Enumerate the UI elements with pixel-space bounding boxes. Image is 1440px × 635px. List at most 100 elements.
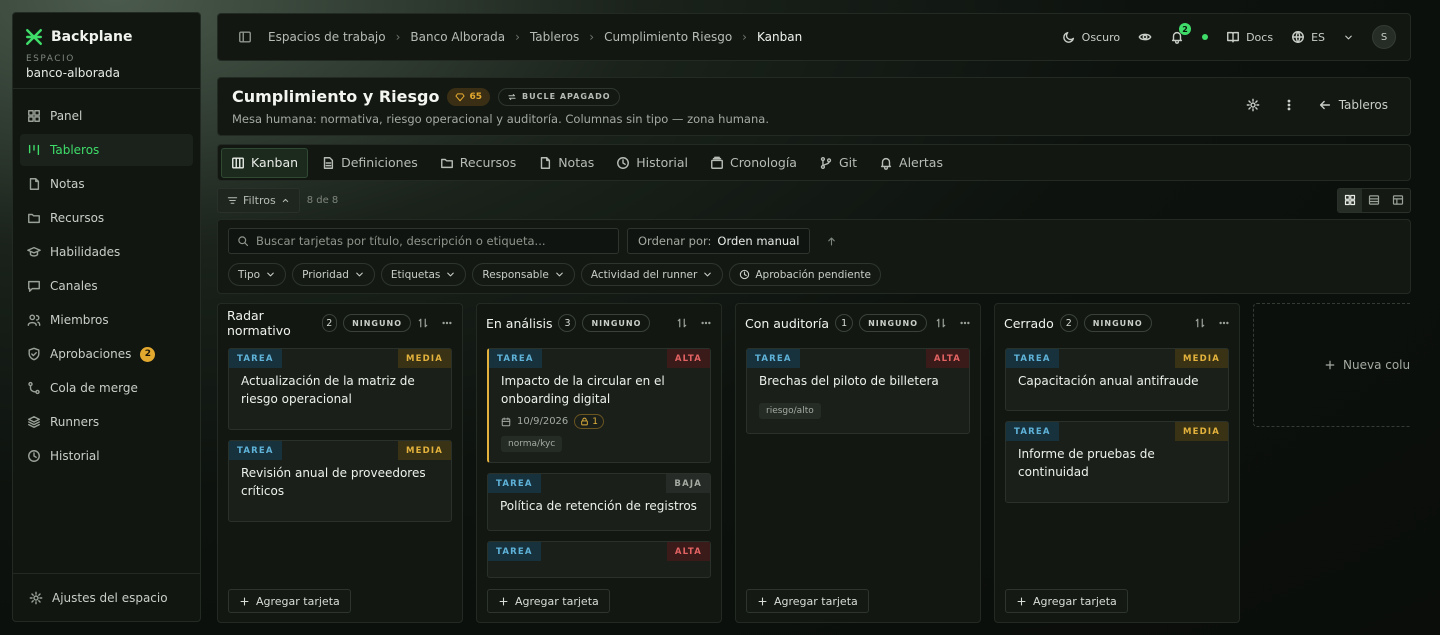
tab-git[interactable]: Git bbox=[810, 148, 866, 178]
more-horizontal-icon[interactable] bbox=[700, 317, 712, 329]
list-icon bbox=[1368, 195, 1380, 205]
tab-cronologia[interactable]: Cronología bbox=[701, 148, 806, 178]
notifications-button[interactable]: 2 bbox=[1170, 23, 1192, 44]
card-priority-tag: MEDIA bbox=[1174, 349, 1228, 368]
filter-chip-etiquetas[interactable]: Etiquetas bbox=[380, 263, 467, 286]
avatar[interactable]: S bbox=[1372, 25, 1396, 49]
filter-chip-actividad-runner[interactable]: Actividad del runner bbox=[580, 263, 724, 286]
sidebar-item-runners[interactable]: Runners bbox=[20, 406, 193, 438]
card-priority-tag: ALTA bbox=[925, 349, 969, 368]
list-view-button[interactable] bbox=[1362, 189, 1386, 212]
filter-chip-aprobacion-pendiente[interactable]: Aprobación pendiente bbox=[729, 263, 881, 286]
search-input[interactable] bbox=[256, 234, 610, 248]
sort-icon[interactable] bbox=[676, 317, 688, 329]
kanban-card[interactable]: TAREA BAJA Política de retención de regis… bbox=[487, 473, 711, 532]
grid-view-button[interactable] bbox=[1338, 188, 1362, 212]
topbar: Espacios de trabajo › Banco Alborada › T… bbox=[217, 13, 1411, 61]
add-card-button[interactable]: Agregar tarjeta bbox=[228, 589, 351, 613]
workspace-switcher[interactable]: ESPACIO banco-alborada bbox=[13, 54, 200, 89]
plus-icon bbox=[1325, 360, 1335, 370]
breadcrumb-item-boards[interactable]: Tableros bbox=[530, 30, 579, 44]
workspace-settings-link[interactable]: Ajustes del espacio bbox=[13, 573, 200, 621]
view-switcher bbox=[1337, 187, 1411, 213]
kanban-card[interactable]: TAREA ALTA bbox=[487, 541, 711, 578]
more-horizontal-icon[interactable] bbox=[441, 317, 453, 329]
kanban-card[interactable]: TAREA MEDIA Actualización de la matriz de… bbox=[228, 348, 452, 430]
sort-icon[interactable] bbox=[1194, 317, 1206, 329]
tab-historial[interactable]: Historial bbox=[607, 148, 697, 178]
column-type-tag[interactable]: NINGUNO bbox=[859, 314, 928, 332]
board-score-value: 65 bbox=[469, 91, 482, 102]
filter-chip-tipo[interactable]: Tipo bbox=[228, 263, 287, 286]
sidebar-item-canales[interactable]: Canales bbox=[20, 270, 193, 302]
column-type-tag[interactable]: NINGUNO bbox=[1083, 314, 1152, 332]
sidebar-item-historial[interactable]: Historial bbox=[20, 440, 193, 472]
sidebar-item-panel[interactable]: Panel bbox=[20, 100, 193, 132]
loop-status-badge[interactable]: BUCLE APAGADO bbox=[498, 87, 620, 106]
sort-icon[interactable] bbox=[417, 317, 429, 329]
filter-chip-label: Actividad del runner bbox=[590, 268, 698, 281]
plus-icon bbox=[1017, 597, 1026, 605]
kanban-card[interactable]: TAREA ALTA Brechas del piloto de billeter… bbox=[746, 348, 970, 434]
sidebar-item-notas[interactable]: Notas bbox=[20, 168, 193, 200]
sidebar-item-label: Cola de merge bbox=[50, 381, 138, 395]
column-type-tag[interactable]: NINGUNO bbox=[343, 314, 411, 332]
kanban-card[interactable]: TAREA ALTA Impacto de la circular en el o… bbox=[487, 348, 711, 464]
filters-toggle-button[interactable]: Filtros bbox=[217, 187, 300, 213]
more-horizontal-icon[interactable] bbox=[959, 317, 971, 329]
sidebar-item-tableros[interactable]: Tableros bbox=[20, 134, 193, 166]
kanban-card[interactable]: TAREA MEDIA Revisión anual de proveedores… bbox=[228, 440, 452, 522]
sidebar-item-miembros[interactable]: Miembros bbox=[20, 304, 193, 336]
table-view-button[interactable] bbox=[1386, 189, 1410, 212]
tab-recursos[interactable]: Recursos bbox=[431, 148, 525, 178]
column-title[interactable]: Con auditoría bbox=[745, 316, 829, 331]
sidebar-item-habilidades[interactable]: Habilidades bbox=[20, 236, 193, 268]
docs-label: Docs bbox=[1246, 30, 1274, 44]
brand[interactable]: Backplane bbox=[13, 13, 200, 54]
sidebar-item-cola-de-merge[interactable]: Cola de merge bbox=[20, 372, 193, 404]
filter-chip-prioridad[interactable]: Prioridad bbox=[292, 263, 375, 286]
watch-button[interactable] bbox=[1138, 30, 1152, 44]
card-list: TAREA ALTA Impacto de la circular en el o… bbox=[477, 342, 721, 578]
approvals-count-badge: 2 bbox=[140, 346, 156, 362]
sidebar-toggle-button[interactable] bbox=[238, 30, 252, 44]
user-menu-toggle[interactable] bbox=[1343, 32, 1354, 43]
sort-select[interactable]: Ordenar por: Orden manual bbox=[627, 228, 811, 254]
card-title: Actualización de la matriz de riesgo ope… bbox=[241, 374, 415, 406]
sort-icon[interactable] bbox=[935, 317, 947, 329]
column-title[interactable]: Cerrado bbox=[1004, 316, 1054, 331]
breadcrumb-item-workspace[interactable]: Banco Alborada bbox=[410, 30, 505, 44]
docs-link[interactable]: Docs bbox=[1226, 30, 1273, 44]
sidebar-item-aprobaciones[interactable]: Aprobaciones 2 bbox=[20, 338, 193, 370]
tab-definiciones[interactable]: Definiciones bbox=[312, 148, 427, 178]
column-count: 2 bbox=[1059, 314, 1078, 332]
back-to-boards-button[interactable]: Tableros bbox=[1318, 98, 1388, 112]
kanban-card[interactable]: TAREA MEDIA Capacitación anual antifraude bbox=[1005, 348, 1229, 411]
column-title[interactable]: En análisis bbox=[486, 316, 552, 331]
card-label-chip: norma/kyc bbox=[501, 436, 563, 452]
chevron-right-icon: › bbox=[589, 30, 595, 44]
tab-kanban[interactable]: Kanban bbox=[221, 147, 309, 178]
add-card-button[interactable]: Agregar tarjeta bbox=[746, 589, 869, 613]
kanban-card[interactable]: TAREA MEDIA Informe de pruebas de continu… bbox=[1005, 421, 1229, 503]
add-card-button[interactable]: Agregar tarjeta bbox=[1005, 589, 1128, 613]
filter-chip-responsable[interactable]: Responsable bbox=[472, 263, 575, 286]
diamond-icon bbox=[455, 92, 466, 101]
topbar-actions: Oscuro 2 Docs ES S bbox=[1062, 23, 1396, 49]
column-title[interactable]: Radar normativo bbox=[227, 308, 316, 338]
tab-alertas[interactable]: Alertas bbox=[870, 148, 952, 178]
tab-notas[interactable]: Notas bbox=[529, 148, 603, 178]
column-type-tag[interactable]: NINGUNO bbox=[582, 314, 651, 332]
add-card-button[interactable]: Agregar tarjeta bbox=[487, 589, 610, 613]
sort-direction-button[interactable] bbox=[818, 228, 844, 254]
gear-icon bbox=[29, 591, 43, 604]
board-more-button[interactable] bbox=[1282, 98, 1296, 112]
board-settings-button[interactable] bbox=[1246, 98, 1260, 112]
theme-toggle-button[interactable]: Oscuro bbox=[1062, 30, 1120, 44]
new-column-button[interactable]: Nueva colum bbox=[1253, 303, 1411, 427]
language-selector[interactable]: ES bbox=[1291, 30, 1325, 44]
sidebar-item-recursos[interactable]: Recursos bbox=[20, 202, 193, 234]
breadcrumb-item-board[interactable]: Cumplimiento Riesgo bbox=[604, 30, 732, 44]
breadcrumb-item-workspaces[interactable]: Espacios de trabajo bbox=[268, 30, 386, 44]
more-horizontal-icon[interactable] bbox=[1218, 317, 1230, 329]
